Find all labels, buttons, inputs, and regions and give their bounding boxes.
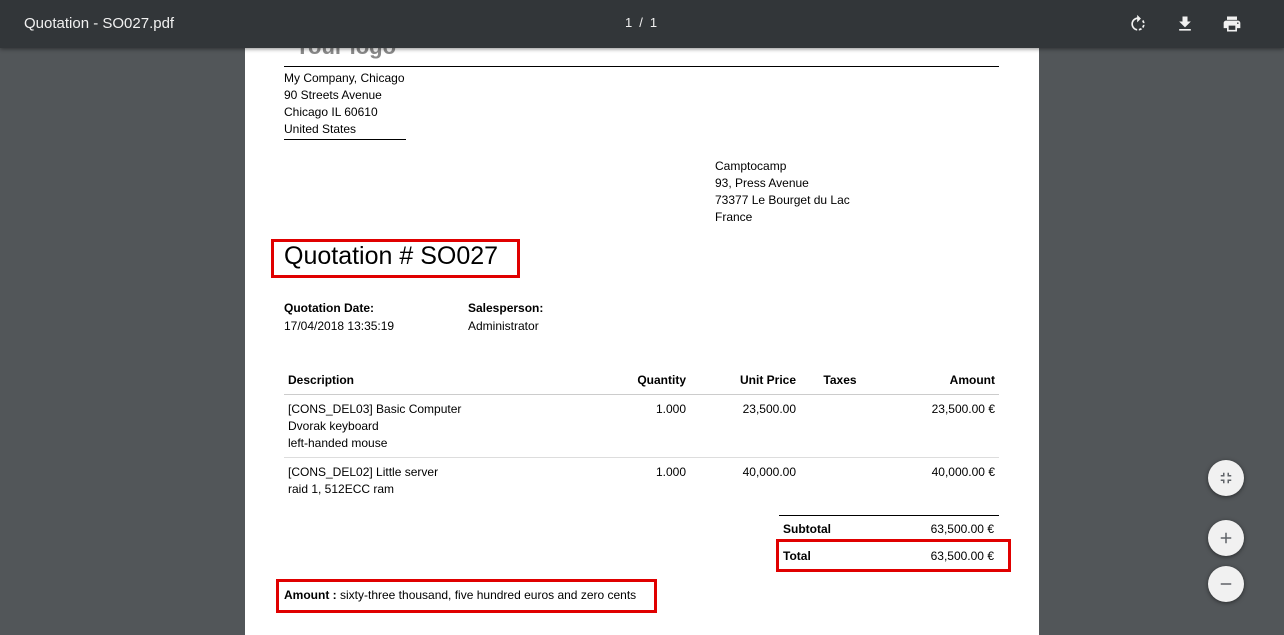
customer-line: France <box>715 210 753 224</box>
document-title: Quotation - SO027.pdf <box>24 15 175 32</box>
download-button[interactable] <box>1173 12 1197 36</box>
company-line: United States <box>284 122 357 136</box>
quotation-title: Quotation # SO027 <box>284 242 499 270</box>
customer-address: Camptocamp 93, Press Avenue 73377 Le Bou… <box>715 158 850 226</box>
line-description: [CONS_DEL02] Little server raid 1, 512EC… <box>284 458 574 504</box>
column-header: Quantity <box>574 369 690 395</box>
line-quantity: 1.000 <box>655 465 686 479</box>
rotate-icon <box>1131 14 1145 31</box>
print-icon <box>1223 16 1241 32</box>
line-quantity: 1.000 <box>574 394 690 458</box>
salesperson-value: Administrator <box>468 319 539 333</box>
amount-in-words: Amount : sixty-three thousand, five hund… <box>284 588 636 602</box>
page-separator: / <box>639 15 644 30</box>
column-header: Description <box>284 369 574 395</box>
amount-words-label: Amount : <box>284 588 337 602</box>
line-taxes <box>800 458 880 504</box>
description-line: raid 1, 512ECC ram <box>288 482 395 496</box>
zoom-out-icon <box>1220 583 1232 585</box>
column-header: Taxes <box>800 369 880 395</box>
column-header: Amount <box>880 369 999 395</box>
table-row: [CONS_DEL02] Little server raid 1, 512EC… <box>284 458 999 504</box>
line-amount: 23,500.00 € <box>880 394 999 458</box>
current-page: 1 <box>625 15 634 30</box>
page-indicator: 1 / 1 <box>625 15 658 30</box>
description-line: Dvorak keyboard <box>288 419 379 433</box>
amount-words-value: sixty-three thousand, five hundred euros… <box>340 588 637 602</box>
line-unit-price: 23,500.00 <box>690 394 800 458</box>
total-pages: 1 <box>649 15 659 30</box>
description-line: [CONS_DEL02] Little server <box>288 465 439 479</box>
order-lines-table: Description Quantity Unit Price Taxes Am… <box>284 369 999 503</box>
zoom-out-button[interactable] <box>1208 566 1244 602</box>
company-line: My Company, Chicago <box>284 71 405 85</box>
fit-page-button[interactable] <box>1208 460 1244 496</box>
quotation-date: Quotation Date: 17/04/2018 13:35:19 <box>284 299 394 335</box>
zoom-in-icon <box>1220 532 1232 544</box>
pdf-page: Your logo My Company, Chicago 90 Streets… <box>245 34 1039 635</box>
download-icon <box>1179 16 1191 31</box>
fit-page-icon <box>1220 472 1232 484</box>
pdf-viewer-toolbar: Quotation - SO027.pdf 1 / 1 <box>0 0 1284 48</box>
company-line: Chicago IL 60610 <box>284 105 378 119</box>
customer-line: 93, Press Avenue <box>715 176 809 190</box>
line-amount: 40,000.00 € <box>931 465 995 479</box>
salesperson: Salesperson: Administrator <box>468 299 543 335</box>
subtotal-row: Subtotal 63,500.00 € <box>779 515 999 541</box>
line-taxes <box>800 394 880 458</box>
print-button[interactable] <box>1220 12 1244 36</box>
description-line: left-handed mouse <box>288 436 388 450</box>
company-line: 90 Streets Avenue <box>284 88 382 102</box>
description-line: [CONS_DEL03] Basic Computer <box>288 402 462 416</box>
line-description: [CONS_DEL03] Basic Computer Dvorak keybo… <box>284 394 574 458</box>
table-row: [CONS_DEL03] Basic Computer Dvorak keybo… <box>284 394 999 458</box>
customer-line: Camptocamp <box>715 159 787 173</box>
header-divider <box>284 66 999 67</box>
line-unit-price: 40,000.00 <box>742 465 796 479</box>
rotate-button[interactable] <box>1126 12 1150 36</box>
quotation-date-value: 17/04/2018 13:35:19 <box>284 319 395 333</box>
customer-line: 73377 Le Bourget du Lac <box>715 193 850 207</box>
total-highlight <box>776 539 1011 572</box>
table-header-row: Description Quantity Unit Price Taxes Am… <box>284 369 999 395</box>
column-header: Unit Price <box>690 369 800 395</box>
quotation-date-label: Quotation Date: <box>284 301 374 315</box>
company-address: My Company, Chicago 90 Streets Avenue Ch… <box>284 70 406 140</box>
salesperson-label: Salesperson: <box>468 301 544 315</box>
zoom-in-button[interactable] <box>1208 520 1244 556</box>
